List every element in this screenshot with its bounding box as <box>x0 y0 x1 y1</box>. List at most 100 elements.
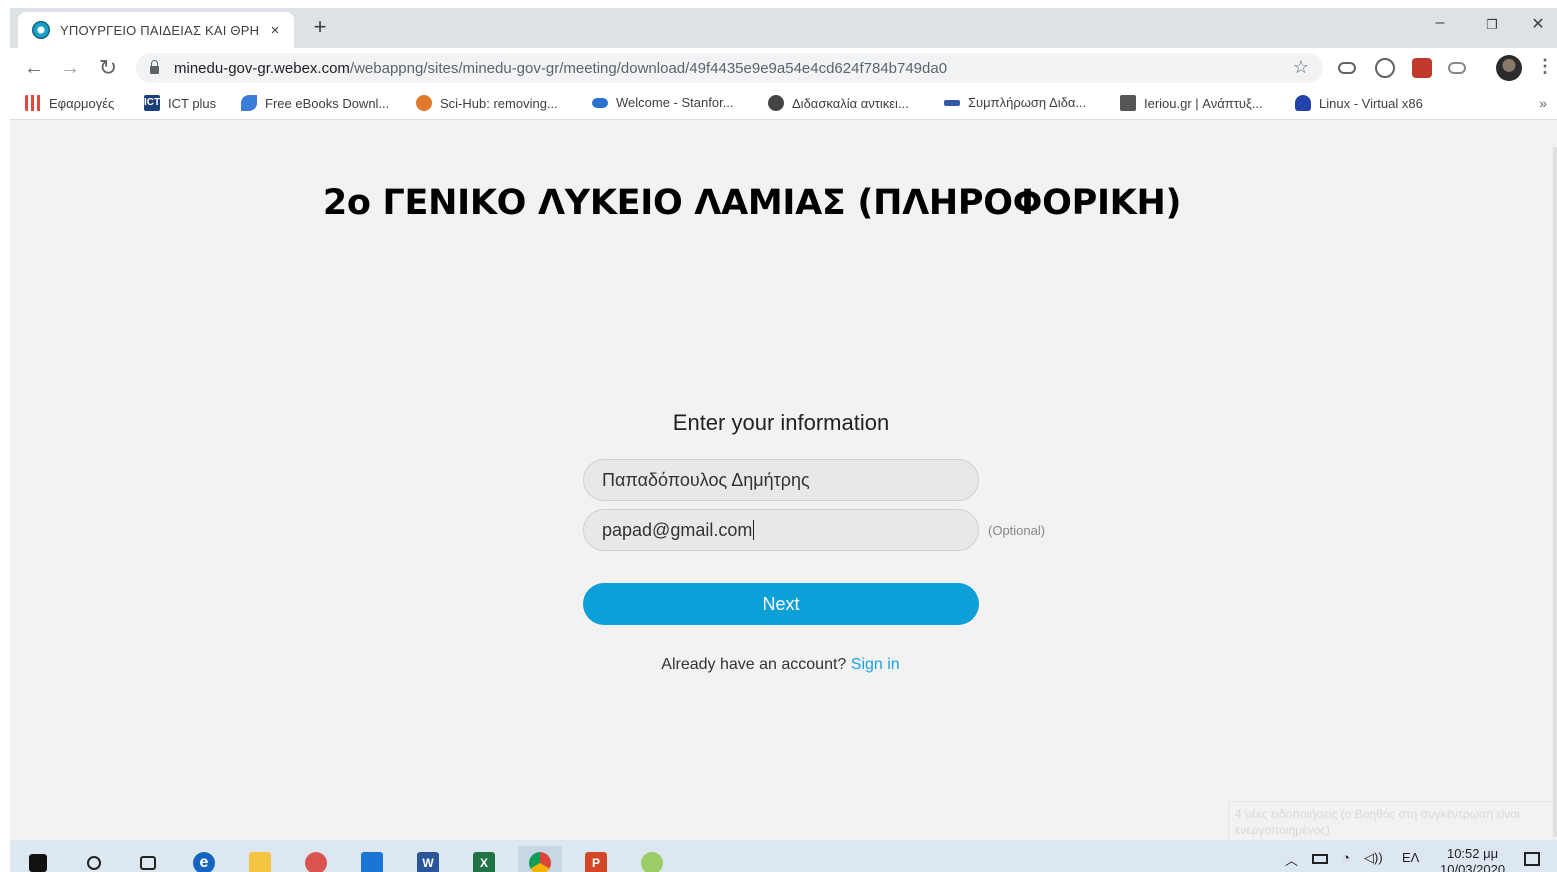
signin-row: Already have an account? Sign in <box>10 656 1551 674</box>
powerpoint-icon: P <box>585 852 607 872</box>
excel-icon: X <box>473 852 495 872</box>
globe-icon <box>768 95 784 111</box>
webex-favicon-icon <box>32 21 50 39</box>
mail-icon <box>361 852 383 872</box>
name-field-value: Παπαδόπουλος Δημήτρης <box>602 469 810 490</box>
cloud-extension-icon[interactable] <box>1338 62 1356 74</box>
ieriou-icon <box>1120 95 1136 111</box>
scihub-icon <box>416 95 432 111</box>
bookmark-label: Ieriou.gr | Ανάπτυξ... <box>1144 95 1263 111</box>
coursera-icon <box>592 97 608 108</box>
edge-icon: e <box>193 852 215 872</box>
bookmark-label: Linux - Virtual x86 <box>1319 95 1423 111</box>
task-view-icon <box>140 856 156 870</box>
taskbar-paint[interactable] <box>630 846 674 872</box>
url-host: minedu-gov-gr.webex.com <box>174 59 350 77</box>
back-button[interactable]: ← <box>21 56 47 80</box>
taskbar-app-1[interactable] <box>294 846 338 872</box>
clock-date: 10/03/2020 <box>1440 862 1506 872</box>
window-border-top <box>0 0 1557 8</box>
bookmark-item-didaskalia[interactable]: Διδασκαλία αντικει... <box>768 95 909 111</box>
profile-avatar-icon[interactable] <box>1496 55 1522 81</box>
bookmark-item-ebooks[interactable]: Free eBooks Downl... <box>241 95 389 111</box>
tab-strip: ΥΠΟΥΡΓΕΙΟ ΠΑΙΔΕΙΑΣ ΚΑΙ ΘΡΗΣ × + – ❐ ✕ <box>10 8 1557 48</box>
taskbar-chrome[interactable] <box>518 846 562 872</box>
email-field-value: papad@gmail.com <box>602 519 753 540</box>
browser-menu-icon[interactable]: ⋮ <box>1536 56 1554 77</box>
bookmark-label: ICT plus <box>168 95 217 111</box>
taskbar-excel[interactable]: X <box>462 846 506 872</box>
bookmark-item-linux[interactable]: Linux - Virtual x86 <box>1295 95 1423 111</box>
browser-toolbar: ← → ↻ minedu-gov-gr.webex.com/webappng/s… <box>10 48 1557 88</box>
link-extension-icon[interactable] <box>1448 62 1466 74</box>
notification-toast[interactable]: 4 νέες ειδοποιήσεις (ο Βοηθός στη συγκέν… <box>1228 801 1557 841</box>
action-center-icon[interactable] <box>1524 852 1540 866</box>
page-title: 2ο ΓΕΝΙΚΟ ΛΥΚΕΙΟ ΛΑΜΙΑΣ (ΠΛΗΡΟΦΟΡΙΚΗ) <box>322 183 1182 223</box>
tab-title: ΥΠΟΥΡΓΕΙΟ ΠΑΙΔΕΙΑΣ ΚΑΙ ΘΡΗΣ <box>60 22 260 38</box>
bookmark-star-icon[interactable]: ☆ <box>1293 57 1309 78</box>
pdf-extension-icon[interactable] <box>1412 58 1432 78</box>
windows-logo-icon <box>29 854 47 872</box>
window-border-left <box>0 0 10 872</box>
taskbar-edge[interactable]: e <box>182 846 226 872</box>
new-tab-button[interactable]: + <box>308 16 332 40</box>
search-button[interactable] <box>72 846 116 872</box>
browser-window: ΥΠΟΥΡΓΕΙΟ ΠΑΙΔΕΙΑΣ ΚΑΙ ΘΡΗΣ × + – ❐ ✕ ← … <box>10 8 1557 872</box>
bookmark-label: Εφαρμογές <box>49 95 115 111</box>
chrome-icon <box>529 852 551 872</box>
signin-prompt: Already have an account? <box>661 656 847 673</box>
clock[interactable]: 10:52 μμ 10/03/2020 <box>1440 846 1505 872</box>
address-bar[interactable]: minedu-gov-gr.webex.com/webappng/sites/m… <box>136 53 1323 83</box>
taskbar-mail[interactable] <box>350 846 394 872</box>
email-field[interactable]: papad@gmail.com <box>583 509 979 551</box>
restore-button[interactable]: ❐ <box>1472 17 1512 43</box>
bookmark-label: Free eBooks Downl... <box>265 95 390 111</box>
page-scrollbar[interactable] <box>1553 147 1557 837</box>
app-icon <box>305 852 327 872</box>
volume-icon[interactable]: ◁)) <box>1364 850 1383 866</box>
bookmark-item-scihub[interactable]: Sci-Hub: removing... <box>416 95 558 111</box>
optional-label: (Optional) <box>988 523 1046 538</box>
forward-button[interactable]: → <box>57 56 83 80</box>
bookmark-item-symplirosi[interactable]: Συμπλήρωση Διδα... <box>944 95 1086 110</box>
next-button[interactable]: Next <box>583 583 979 625</box>
language-indicator[interactable]: ΕΛ <box>1402 850 1419 865</box>
bookmark-label: Welcome - Stanfor... <box>616 95 734 110</box>
form-title: Enter your information <box>672 410 890 435</box>
wifi-icon[interactable]: ◔ <box>1342 850 1350 865</box>
bookmark-item-ictplus[interactable]: ICT ICT plus <box>144 95 216 111</box>
name-field[interactable]: Παπαδόπουλος Δημήτρης <box>583 459 979 501</box>
tray-overflow-icon[interactable]: ︿ <box>1285 850 1298 869</box>
url-path: /webappng/sites/minedu-gov-gr/meeting/do… <box>349 59 948 77</box>
paint-icon <box>641 852 663 872</box>
taskbar-powerpoint[interactable]: P <box>574 846 618 872</box>
task-view-button[interactable] <box>126 846 170 872</box>
bookmark-label: Διδασκαλία αντικει... <box>792 95 909 111</box>
reload-button[interactable]: ↻ <box>95 56 121 80</box>
folder-icon <box>249 852 271 872</box>
clock-time: 10:52 μμ <box>1446 846 1499 861</box>
close-tab-icon[interactable]: × <box>266 22 284 39</box>
close-window-button[interactable]: ✕ <box>1518 14 1557 40</box>
browser-tab[interactable]: ΥΠΟΥΡΓΕΙΟ ΠΑΙΔΕΙΑΣ ΚΑΙ ΘΡΗΣ × <box>18 12 294 48</box>
word-icon: W <box>417 852 439 872</box>
form-icon <box>944 99 960 106</box>
bookmark-item-apps[interactable]: Εφαρμογές <box>25 95 114 111</box>
taskbar-word[interactable]: W <box>406 846 450 872</box>
start-button[interactable] <box>16 846 60 872</box>
ebooks-icon <box>241 95 257 111</box>
lock-icon <box>150 60 159 74</box>
bookmark-item-stanford[interactable]: Welcome - Stanfor... <box>592 95 734 110</box>
apps-grid-icon <box>25 95 41 111</box>
taskbar-explorer[interactable] <box>238 846 282 872</box>
bookmarks-bar: Εφαρμογές ICT ICT plus Free eBooks Downl… <box>10 88 1557 120</box>
bookmarks-overflow-icon[interactable]: » <box>1539 95 1547 111</box>
bookmark-item-ieriou[interactable]: Ieriou.gr | Ανάπτυξ... <box>1120 95 1263 111</box>
text-caret <box>753 520 755 540</box>
minimize-button[interactable]: – <box>1420 14 1460 40</box>
signin-link[interactable]: Sign in <box>851 656 900 673</box>
wordpress-extension-icon[interactable] <box>1375 58 1395 78</box>
bookmark-label: Συμπλήρωση Διδα... <box>968 95 1087 110</box>
battery-icon[interactable] <box>1312 854 1328 864</box>
windows-taskbar: e W X P ︿ ◔ ◁)) ΕΛ 10:52 μμ 10/03/2020 <box>10 840 1557 872</box>
